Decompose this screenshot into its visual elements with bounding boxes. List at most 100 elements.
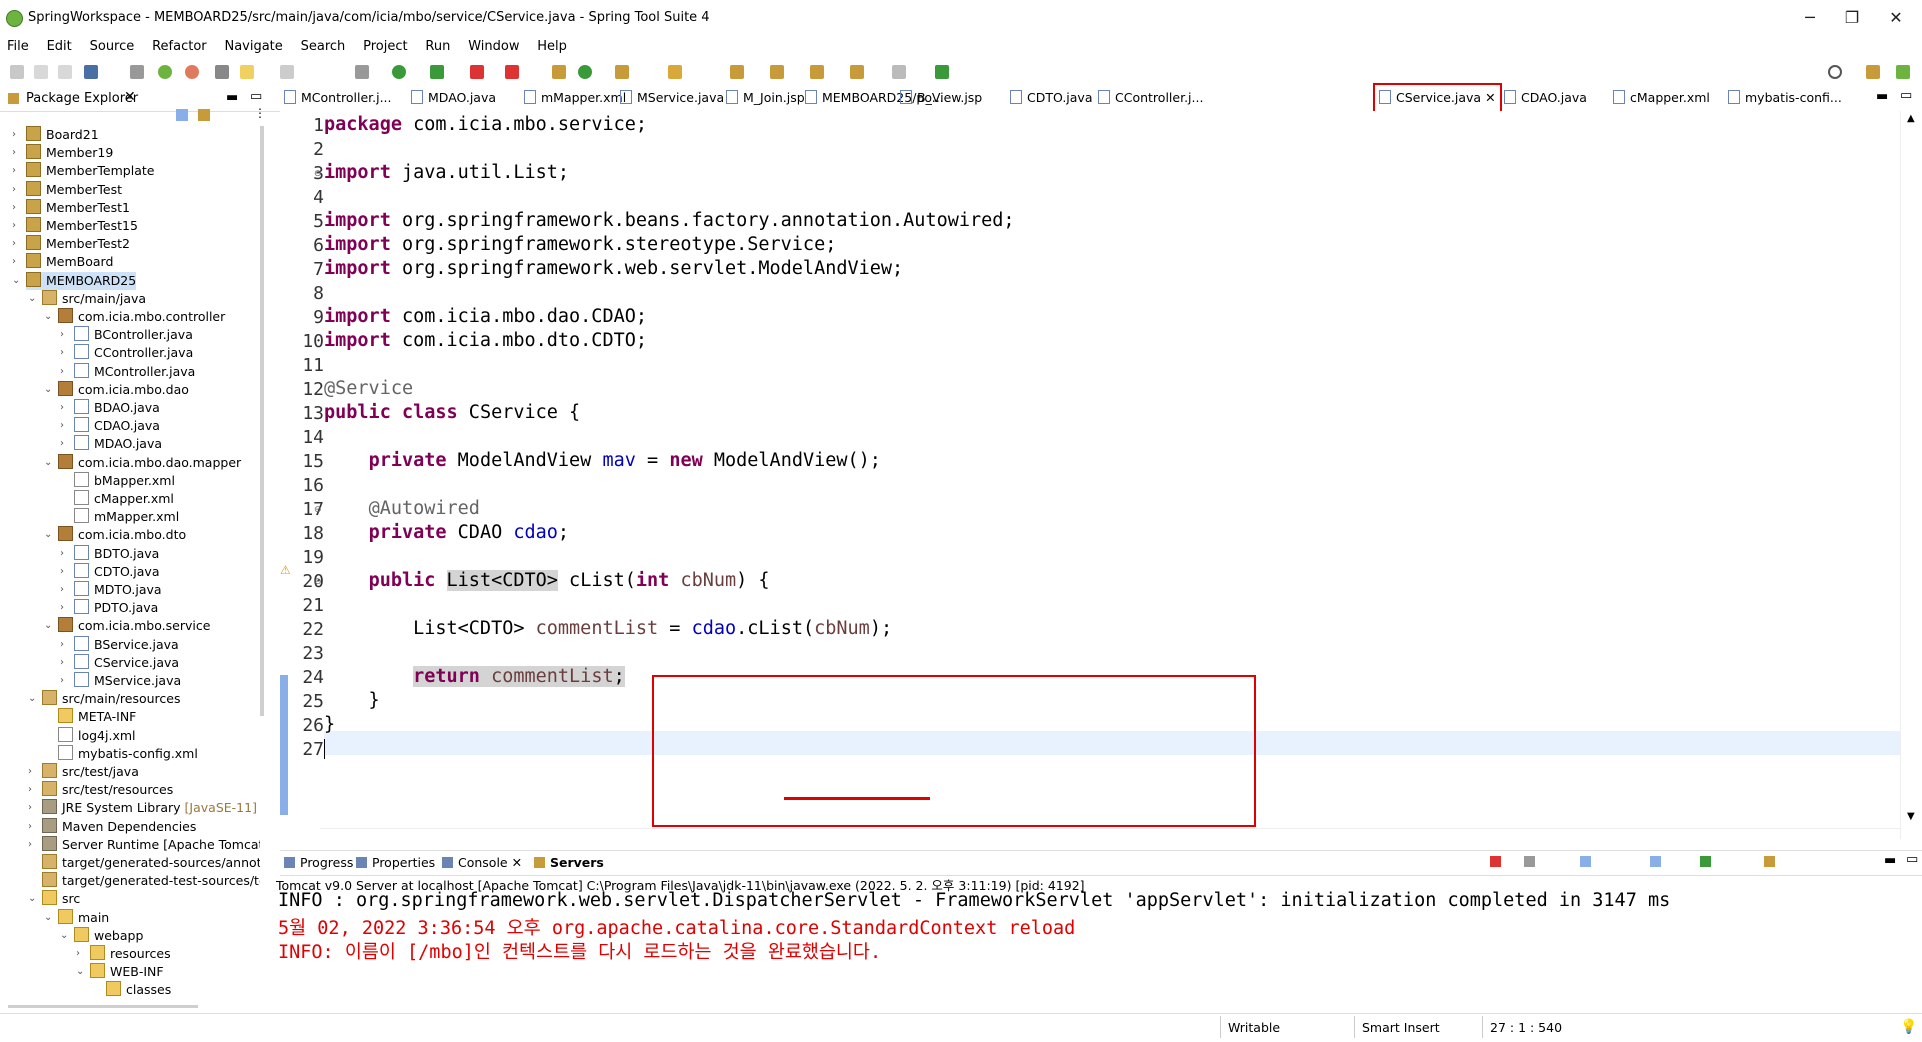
editor-tab[interactable]: CDTO.java	[1010, 86, 1093, 110]
run-icon[interactable]	[392, 65, 406, 79]
code-line[interactable]: public class CService {	[324, 402, 580, 423]
editor-tab[interactable]: MController.j...	[284, 86, 392, 110]
tree-item[interactable]: › Board21	[12, 126, 99, 144]
tree-item[interactable]: › Server Runtime [Apache Tomcat v9.	[28, 835, 260, 854]
chevron-down-icon[interactable]: ⌄	[76, 963, 88, 981]
tab-progress[interactable]: Progress	[284, 855, 353, 870]
show-whitespace-icon[interactable]	[280, 65, 294, 79]
pin-console-icon[interactable]	[1700, 856, 1711, 867]
code-line[interactable]: import org.springframework.stereotype.Se…	[324, 234, 836, 255]
tree-item[interactable]: › Member19	[12, 144, 113, 162]
maximize-view-icon[interactable]: ▭	[250, 89, 262, 104]
boot-dashboard-icon[interactable]	[158, 65, 172, 79]
last-edit-icon[interactable]	[810, 65, 824, 79]
menu-refactor[interactable]: Refactor	[145, 36, 214, 57]
spring-icon[interactable]	[185, 65, 199, 79]
fold-icon[interactable]: ⊖	[314, 505, 322, 515]
close-button[interactable]: ✕	[1876, 6, 1916, 30]
collapse-all-icon[interactable]	[176, 109, 188, 121]
tree-item[interactable]: › BDAO.java	[60, 399, 160, 417]
tree-item[interactable]: › MemberTest1	[12, 198, 130, 217]
chevron-right-icon[interactable]: ›	[60, 654, 72, 672]
tree-item[interactable]: mMapper.xml	[74, 508, 179, 526]
tab-properties[interactable]: Properties	[356, 855, 435, 870]
chevron-right-icon[interactable]: ›	[28, 781, 40, 799]
chevron-right-icon[interactable]: ›	[60, 344, 72, 362]
code-line[interactable]: private CDAO cdao;	[324, 522, 570, 543]
maximize-button[interactable]: ❐	[1832, 6, 1872, 30]
minimize-view-icon[interactable]: ▬	[226, 90, 238, 105]
tree-item[interactable]: ⌄ com.icia.mbo.service	[44, 617, 210, 635]
tree-item[interactable]: ⌄ com.icia.mbo.dao	[44, 380, 189, 399]
highlight-icon[interactable]	[240, 65, 254, 79]
stop-icon[interactable]	[470, 65, 484, 79]
chevron-down-icon[interactable]: ⌄	[44, 909, 56, 927]
terminal-icon[interactable]	[84, 65, 98, 79]
maximize-view-icon[interactable]: ▭	[1906, 852, 1918, 867]
chevron-right-icon[interactable]: ›	[28, 763, 40, 781]
scroll-up-icon[interactable]: ▲	[1907, 113, 1915, 124]
console-output[interactable]: INFO : org.springframework.web.servlet.D…	[278, 890, 1893, 1000]
code-line[interactable]: package com.icia.mbo.service;	[324, 114, 647, 135]
chevron-down-icon[interactable]: ⌄	[28, 890, 40, 908]
tab-servers[interactable]: Servers	[534, 855, 604, 870]
debug-icon[interactable]	[355, 65, 369, 79]
tree-item[interactable]: › JRE System Library [JavaSE-11]	[28, 799, 257, 817]
chevron-right-icon[interactable]: ›	[60, 545, 72, 563]
package-explorer-tab[interactable]: Package Explorer ✕ ▬ ▭	[0, 86, 280, 112]
menu-window[interactable]: Window	[461, 36, 526, 57]
tree-item[interactable]: ⌄ com.icia.mbo.dto	[44, 526, 186, 544]
tree-item[interactable]: target/generated-sources/annotatior	[42, 854, 260, 872]
menu-file[interactable]: File	[0, 36, 36, 57]
editor-tab[interactable]: M_Join.jsp	[726, 86, 805, 110]
tree-item[interactable]: mybatis-config.xml	[58, 744, 198, 763]
skip-breakpoints-icon[interactable]	[130, 65, 144, 79]
tree-item[interactable]: ⌄ MEMBOARD25	[12, 271, 137, 290]
fold-icon[interactable]: ⊖	[314, 169, 322, 179]
tree-item[interactable]: › MemberTest2	[12, 235, 130, 253]
tree-hscrollbar[interactable]	[8, 1005, 198, 1008]
pin-editor-icon[interactable]	[935, 65, 949, 79]
tree-item[interactable]: ⌄ src/main/java	[28, 289, 146, 308]
fold-icon[interactable]: ⊖	[314, 577, 322, 587]
code-line[interactable]: List<CDTO> commentList = cdao.cList(cbNu…	[324, 618, 892, 639]
chevron-right-icon[interactable]: ›	[60, 672, 72, 690]
tree-item[interactable]: › MDAO.java	[60, 435, 162, 453]
tree-item[interactable]: › MController.java	[60, 362, 195, 381]
editor-tab[interactable]: B_View.jsp	[900, 86, 982, 110]
chevron-right-icon[interactable]: ›	[28, 818, 40, 836]
toggle-mark-icon[interactable]	[215, 65, 229, 79]
code-line[interactable]: return commentList;	[324, 666, 625, 687]
save-icon[interactable]	[34, 65, 48, 79]
disconnect-icon[interactable]	[505, 65, 519, 79]
chevron-down-icon[interactable]: ⌄	[28, 290, 40, 308]
chevron-right-icon[interactable]: ›	[12, 217, 24, 235]
remove-launch-icon[interactable]	[1524, 856, 1535, 867]
clear-console-icon[interactable]	[1580, 856, 1591, 867]
chevron-down-icon[interactable]: ⌄	[44, 617, 56, 635]
chevron-right-icon[interactable]: ›	[12, 126, 24, 144]
editor-tab[interactable]: MService.java	[620, 86, 724, 110]
scroll-lock-icon[interactable]	[1650, 856, 1661, 867]
tree-item[interactable]: › CDAO.java	[60, 417, 160, 435]
minimize-view-icon[interactable]: ▬	[1884, 853, 1896, 868]
chevron-right-icon[interactable]: ›	[28, 836, 40, 854]
chevron-right-icon[interactable]: ›	[12, 181, 24, 199]
tree-item[interactable]: log4j.xml	[58, 726, 136, 745]
tree-item[interactable]: › MemberTest	[12, 180, 122, 199]
tree-item[interactable]: ⌄ com.icia.mbo.dao.mapper	[44, 453, 241, 472]
chevron-down-icon[interactable]: ⌄	[44, 308, 56, 326]
chevron-right-icon[interactable]: ›	[60, 417, 72, 435]
chevron-right-icon[interactable]: ›	[28, 799, 40, 817]
editor-tab[interactable]: cMapper.xml	[1613, 86, 1710, 110]
menu-search[interactable]: Search	[294, 36, 353, 57]
tree-item[interactable]: › Maven Dependencies	[28, 817, 196, 836]
tree-item[interactable]: ⌄ webapp	[60, 926, 143, 945]
chevron-right-icon[interactable]: ›	[60, 599, 72, 617]
chevron-right-icon[interactable]: ›	[60, 563, 72, 581]
menu-help[interactable]: Help	[530, 36, 574, 57]
new-class-icon[interactable]	[578, 65, 592, 79]
editor-tab[interactable]: CController.j...	[1098, 86, 1203, 110]
new-package-icon[interactable]	[552, 65, 566, 79]
editor-tab[interactable]: mybatis-confi...	[1728, 86, 1842, 110]
